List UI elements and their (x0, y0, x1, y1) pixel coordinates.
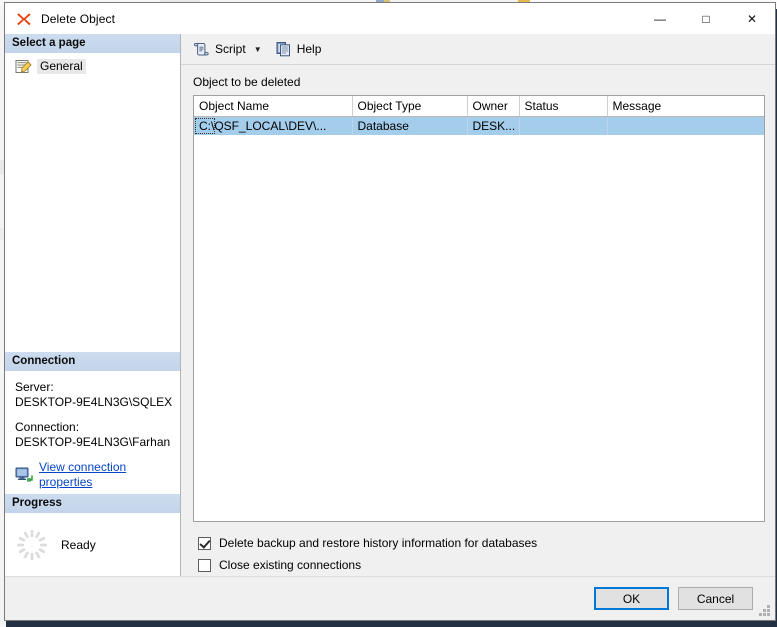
left-navigation-pane: Select a page General Connection Server:… (5, 34, 181, 576)
progress-status: Ready (61, 538, 96, 552)
view-connection-properties-row[interactable]: View connection properties (15, 460, 172, 490)
dialog-toolbar: Script ▼ Help (181, 34, 775, 65)
page-list: General (5, 54, 180, 76)
connection-info: Server: DESKTOP-9E4LN3G\SQLEXPRE Connect… (5, 372, 180, 494)
column-header-status[interactable]: Status (519, 96, 608, 117)
cell-object-type[interactable]: Database (352, 116, 468, 135)
script-icon (193, 41, 210, 57)
script-dropdown-caret-icon[interactable]: ▼ (250, 45, 266, 54)
sidebar-item-label: General (37, 59, 86, 74)
cell-message[interactable] (607, 116, 764, 135)
progress-header: Progress (5, 494, 180, 514)
script-label: Script (215, 42, 246, 56)
object-to-be-deleted-label: Object to be deleted (193, 75, 301, 89)
options-group: Delete backup and restore history inform… (193, 522, 765, 576)
help-button[interactable]: Help (272, 37, 326, 61)
objects-table: Object Name Object Type Owner Status Mes… (194, 96, 764, 135)
view-connection-properties-link[interactable]: View connection properties (39, 460, 172, 490)
dialog-titlebar[interactable]: Delete Object — □ ✕ (5, 3, 775, 34)
sidebar-item-general[interactable]: General (5, 57, 180, 76)
connection-properties-icon (15, 467, 34, 483)
delete-backup-history-checkbox[interactable] (198, 536, 211, 550)
delete-backup-history-label: Delete backup and restore history inform… (219, 536, 538, 550)
help-label: Help (296, 42, 322, 56)
help-icon (276, 41, 292, 57)
connection-label: Connection: (15, 420, 80, 434)
delete-x-icon (15, 10, 33, 28)
server-value: DESKTOP-9E4LN3G\SQLEXPRE (15, 395, 172, 409)
close-existing-connections-option[interactable]: Close existing connections (198, 554, 765, 576)
server-label: Server: (15, 380, 54, 394)
column-header-message[interactable]: Message (607, 96, 764, 117)
main-content: Object to be deleted Object Name Object … (181, 65, 775, 576)
progress-info: Ready (5, 514, 180, 576)
cell-status[interactable] (519, 116, 608, 135)
ok-button[interactable]: OK (594, 587, 669, 610)
select-page-header: Select a page (5, 34, 180, 54)
left-pane-spacer (5, 76, 180, 352)
dialog-title: Delete Object (41, 11, 116, 26)
delete-object-dialog: Delete Object — □ ✕ Select a page Genera… (4, 2, 776, 621)
connection-header: Connection (5, 352, 180, 372)
cancel-button[interactable]: Cancel (678, 587, 753, 610)
window-controls: — □ ✕ (637, 3, 775, 34)
column-header-owner[interactable]: Owner (467, 96, 520, 117)
column-header-object-type[interactable]: Object Type (352, 96, 468, 117)
close-existing-connections-checkbox[interactable] (198, 558, 211, 572)
table-row[interactable]: C:\QSF_LOCAL\DEV\... Database DESK... (194, 116, 764, 135)
close-button[interactable]: ✕ (729, 3, 775, 34)
column-header-object-name[interactable]: Object Name (194, 96, 353, 117)
cell-owner[interactable]: DESK... (467, 116, 520, 135)
close-existing-connections-label: Close existing connections (219, 558, 362, 572)
connection-value: DESKTOP-9E4LN3G\Farhan (15, 435, 171, 449)
objects-grid[interactable]: Object Name Object Type Owner Status Mes… (193, 95, 765, 522)
dialog-footer: OK Cancel (5, 576, 775, 620)
table-header-row: Object Name Object Type Owner Status Mes… (194, 96, 764, 117)
maximize-button[interactable]: □ (683, 3, 729, 34)
script-button[interactable]: Script (189, 37, 250, 61)
delete-backup-history-option[interactable]: Delete backup and restore history inform… (198, 532, 765, 554)
cell-object-name[interactable]: C:\QSF_LOCAL\DEV\... (194, 116, 353, 135)
resize-grip-icon[interactable] (758, 604, 771, 617)
minimize-button[interactable]: — (637, 3, 683, 34)
page-general-icon (15, 59, 32, 74)
dialog-body: Select a page General Connection Server:… (5, 34, 775, 576)
progress-spinner-icon (15, 528, 49, 562)
right-content-pane: Script ▼ Help Object to be deleted Objec… (181, 34, 775, 576)
